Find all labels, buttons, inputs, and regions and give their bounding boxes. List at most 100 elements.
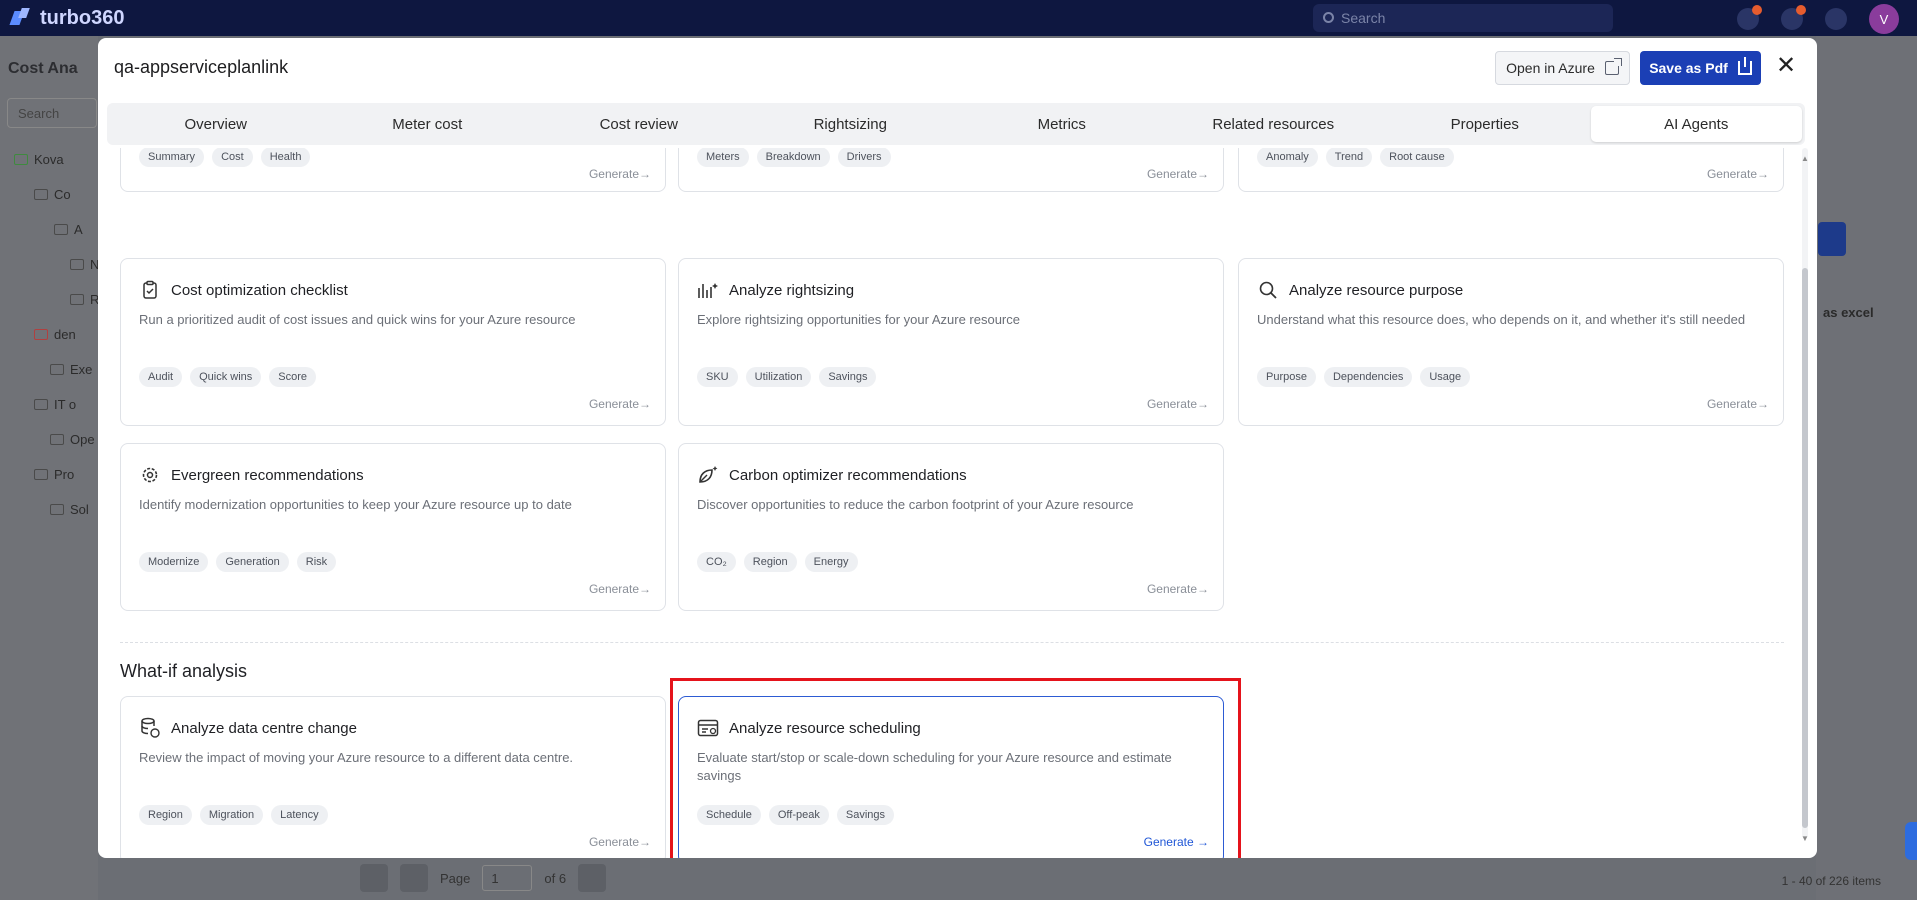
scrollbar-thumb[interactable] xyxy=(1802,268,1808,828)
section-divider xyxy=(120,642,1784,643)
card-title: Carbon optimizer recommendations xyxy=(729,466,967,484)
agent-card-partial[interactable]: Summary Cost Health Generate→ xyxy=(120,148,666,192)
resource-detail-modal: qa-appserviceplanlink Open in Azure Save… xyxy=(98,38,1817,858)
tree-item-label: A xyxy=(74,222,83,237)
tag: Generation xyxy=(216,552,289,572)
generate-link[interactable]: Generate→ xyxy=(1147,582,1209,596)
card-header: Cost optimization checklist xyxy=(139,279,348,301)
leaf-spark-icon xyxy=(697,464,719,486)
tag: Score xyxy=(269,367,317,387)
tree-item[interactable]: Co xyxy=(34,187,71,202)
tab-properties[interactable]: Properties xyxy=(1379,106,1591,142)
scroll-down-arrow-icon[interactable]: ▼ xyxy=(1801,834,1809,843)
tag: Breakdown xyxy=(756,148,830,167)
brand-name: turbo360 xyxy=(40,6,125,29)
agent-card-partial[interactable]: Anomaly Trend Root cause Generate→ xyxy=(1238,148,1784,192)
top-icon-group: V xyxy=(1737,4,1899,34)
global-search-input[interactable]: Search xyxy=(1313,4,1613,32)
tag-list: Meters Breakdown Drivers xyxy=(697,148,891,167)
brand-logo[interactable]: turbo360 xyxy=(10,7,124,30)
announcement-icon[interactable] xyxy=(1737,5,1762,30)
tag: Modernize xyxy=(139,552,209,572)
pager-page-label: Page xyxy=(440,870,471,886)
tab-ai-agents[interactable]: AI Agents xyxy=(1590,106,1802,142)
tag: Utilization xyxy=(745,367,812,387)
tab-related-resources[interactable]: Related resources xyxy=(1168,106,1380,142)
generate-link[interactable]: Generate→ xyxy=(589,582,651,596)
card-header: Evergreen recommendations xyxy=(139,464,364,486)
open-in-azure-button[interactable]: Open in Azure xyxy=(1495,51,1630,85)
generate-link[interactable]: Generate→ xyxy=(589,835,651,849)
clipboard-check-icon xyxy=(139,279,161,301)
generate-link[interactable]: Generate→ xyxy=(1707,397,1769,411)
tree-item[interactable]: den xyxy=(34,327,76,342)
tab-meter-cost[interactable]: Meter cost xyxy=(322,106,534,142)
tree-item[interactable]: Ope xyxy=(50,432,95,447)
tag: Cost xyxy=(212,148,253,167)
tab-cost-review[interactable]: Cost review xyxy=(533,106,745,142)
generate-link[interactable]: Generate→ xyxy=(1707,167,1769,181)
background-search-field[interactable]: Search xyxy=(7,98,97,128)
folder-icon xyxy=(50,364,64,375)
tag: Risk xyxy=(296,552,337,572)
close-icon[interactable]: ✕ xyxy=(1774,54,1798,79)
top-navigation-bar: turbo360 Search V xyxy=(0,0,1917,36)
tree-item[interactable]: R xyxy=(70,292,99,307)
folder-icon xyxy=(50,504,64,515)
agent-card-cost-optimization-checklist[interactable]: Cost optimization checklist Run a priori… xyxy=(120,258,666,426)
folder-icon xyxy=(34,189,48,200)
folder-icon xyxy=(14,154,28,165)
scroll-up-arrow-icon[interactable]: ▲ xyxy=(1801,154,1809,163)
tag: Audit xyxy=(139,367,183,387)
card-header: Carbon optimizer recommendations xyxy=(697,464,967,486)
tab-metrics[interactable]: Metrics xyxy=(956,106,1168,142)
agent-card-carbon-optimizer-recommendations[interactable]: Carbon optimizer recommendations Discove… xyxy=(678,443,1224,611)
background-dropdown-button[interactable] xyxy=(1818,222,1846,256)
generate-link[interactable]: Generate→ xyxy=(1147,397,1209,411)
generate-link[interactable]: Generate→ xyxy=(1147,167,1209,181)
pager-first-button[interactable] xyxy=(360,864,388,892)
agent-card-partial[interactable]: Meters Breakdown Drivers Generate→ xyxy=(678,148,1224,192)
tag: Summary xyxy=(139,148,205,167)
tree-item[interactable]: N xyxy=(70,257,99,272)
tree-item[interactable]: Kova xyxy=(14,152,64,167)
tree-item[interactable]: IT o xyxy=(34,397,76,412)
agent-card-analyze-data-centre-change[interactable]: Analyze data centre change Review the im… xyxy=(120,696,666,858)
tree-item[interactable]: Sol xyxy=(50,502,89,517)
database-swap-icon xyxy=(139,717,161,739)
generate-link[interactable]: Generate→ xyxy=(589,167,651,181)
generate-link[interactable]: Generate→ xyxy=(589,397,651,411)
card-description: Understand what this resource does, who … xyxy=(1257,312,1746,327)
content-scrollbar[interactable] xyxy=(1802,148,1808,838)
agent-card-analyze-rightsizing[interactable]: Analyze rightsizing Explore rightsizing … xyxy=(678,258,1224,426)
user-avatar[interactable]: V xyxy=(1869,4,1899,34)
pager-prev-button[interactable] xyxy=(400,864,428,892)
tag: Drivers xyxy=(837,148,891,167)
card-title: Analyze resource purpose xyxy=(1289,281,1464,299)
tag: Trend xyxy=(1325,148,1373,167)
tree-item[interactable]: Pro xyxy=(34,467,74,482)
background-export-label[interactable]: as excel xyxy=(1823,305,1874,320)
folder-icon xyxy=(34,329,48,340)
background-right-panel xyxy=(1816,36,1917,900)
tag: Quick wins xyxy=(190,367,262,387)
tree-item[interactable]: Exe xyxy=(50,362,92,377)
pager-next-button[interactable] xyxy=(578,864,607,892)
tag: Anomaly xyxy=(1257,148,1318,167)
tab-overview[interactable]: Overview xyxy=(110,106,322,142)
settings-gear-icon[interactable] xyxy=(1825,8,1847,30)
card-description: Explore rightsizing opportunities for yo… xyxy=(697,312,1020,327)
tag: Root cause xyxy=(1380,148,1454,167)
side-feedback-tab[interactable] xyxy=(1905,822,1917,860)
agent-card-evergreen-recommendations[interactable]: Evergreen recommendations Identify moder… xyxy=(120,443,666,611)
modal-tab-bar: Overview Meter cost Cost review Rightsiz… xyxy=(107,103,1805,145)
agent-card-analyze-resource-purpose[interactable]: Analyze resource purpose Understand what… xyxy=(1238,258,1784,426)
notification-bell-icon[interactable] xyxy=(1781,5,1806,30)
tree-item-label: Co xyxy=(54,187,71,202)
card-title: Cost optimization checklist xyxy=(171,281,348,299)
save-as-pdf-button[interactable]: Save as Pdf xyxy=(1640,51,1761,85)
pager-page-input[interactable]: 1 xyxy=(482,865,533,891)
tree-item[interactable]: A xyxy=(54,222,83,237)
notification-dot xyxy=(1752,5,1762,15)
tab-rightsizing[interactable]: Rightsizing xyxy=(745,106,957,142)
